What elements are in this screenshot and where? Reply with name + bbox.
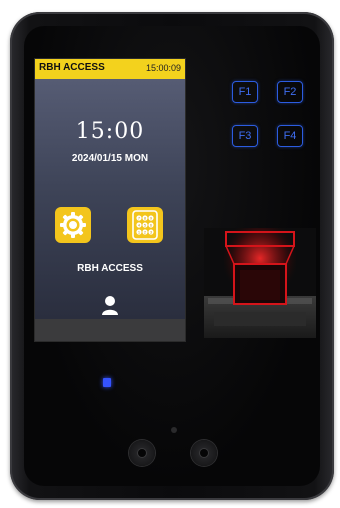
home-screen: 15:00 2024/01/15 MON 7 8 9 4 5 6 1 2 3 R… xyxy=(35,79,185,319)
f3-key[interactable]: F3 xyxy=(232,125,258,147)
f1-key[interactable]: F1 xyxy=(232,81,258,103)
microphone-hole xyxy=(171,427,177,433)
gear-icon xyxy=(60,212,86,238)
user-icon[interactable] xyxy=(101,295,119,315)
settings-button[interactable] xyxy=(55,207,91,243)
brand-label: RBH ACCESS xyxy=(77,263,143,274)
f4-key[interactable]: F4 xyxy=(277,125,303,147)
status-bar-time: 15:00:09 xyxy=(145,63,181,73)
keypad-button[interactable]: 789456123 xyxy=(127,207,163,243)
screen-bottom-bar xyxy=(35,319,185,341)
status-bar-title: RBH ACCESS xyxy=(39,62,105,73)
left-camera xyxy=(129,440,155,466)
lcd-screen: RBH ACCESS 15:00:09 15:00 2024/01/15 MON xyxy=(34,58,186,342)
keypad-icon: 7 8 94 5 61 2 3 xyxy=(132,210,158,240)
date: 2024/01/15 MON xyxy=(71,153,149,164)
clock: 15:00 xyxy=(75,119,145,144)
fingerprint-sensor[interactable] xyxy=(204,228,316,338)
f2-key[interactable]: F2 xyxy=(277,81,303,103)
status-bar: RBH ACCESS 15:00:09 xyxy=(35,59,185,79)
right-camera xyxy=(191,440,217,466)
indicator-led xyxy=(103,378,111,387)
